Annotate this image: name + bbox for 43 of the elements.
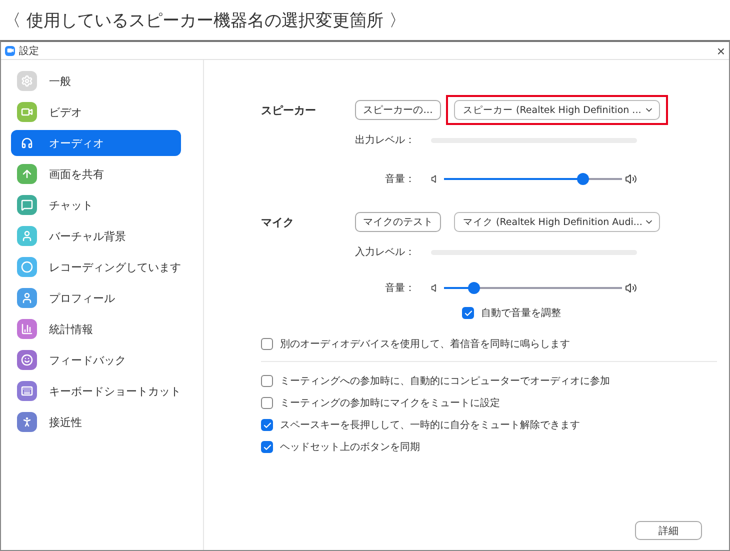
volume-slider-thumb[interactable] <box>576 173 589 185</box>
sidebar-item[interactable]: 画面を共有 <box>11 161 181 187</box>
volume-high-icon <box>625 282 637 294</box>
level-label: 出力レベル： <box>354 134 416 147</box>
checkbox-label: 自動で音量を調整 <box>481 306 561 320</box>
volume-slider-thumb[interactable] <box>468 282 480 294</box>
checkbox-label: ミーティングの参加時にマイクをミュートに設定 <box>280 396 500 410</box>
sidebar-item[interactable]: 一般 <box>11 68 181 94</box>
volume-high-icon <box>625 173 637 185</box>
close-button[interactable]: × <box>716 44 725 58</box>
checkbox[interactable] <box>261 375 273 387</box>
sidebar-item[interactable]: キーボードショートカット <box>11 378 181 404</box>
section-label: スピーカー <box>261 102 317 118</box>
checkbox-label: ミーティングへの参加時に、自動的にコンピューターでオーディオに参加 <box>280 374 610 388</box>
advanced-button[interactable]: 詳細 <box>635 521 702 540</box>
caption: 〈 使用しているスピーカー機器名の選択変更箇所 〉 <box>3 10 407 32</box>
checkbox-label: ヘッドセット上のボタンを同期 <box>280 440 420 454</box>
sidebar-item[interactable]: プロフィール <box>11 285 181 311</box>
level-label: 入力レベル： <box>354 246 416 259</box>
test-button[interactable]: スピーカーの... <box>355 100 441 120</box>
sidebar-item[interactable]: レコーディングしています <box>11 254 181 280</box>
device-dropdown[interactable]: スピーカー (Realtek High Definition ... <box>454 100 660 120</box>
checkbox[interactable] <box>261 397 273 409</box>
volume-label: 音量： <box>384 172 416 186</box>
sidebar-item[interactable]: チャット <box>11 192 181 218</box>
checkbox-label: 別のオーディオデバイスを使用して、着信音を同時に鳴らします <box>280 338 570 351</box>
checkbox-label: スペースキーを長押しして、一時的に自分をミュート解除できます <box>280 418 580 432</box>
sidebar-item[interactable]: 接近性 <box>11 409 181 435</box>
sidebar-item[interactable]: オーディオ <box>11 130 181 156</box>
checkbox[interactable] <box>261 441 273 453</box>
sidebar-item[interactable]: フィードバック <box>11 347 181 373</box>
checkbox[interactable] <box>462 307 474 319</box>
device-dropdown[interactable]: マイク (Realtek High Definition Audi... <box>454 212 660 232</box>
app-icon <box>5 46 15 56</box>
sidebar-item[interactable]: バーチャル背景 <box>11 223 181 249</box>
checkbox[interactable] <box>261 419 273 431</box>
section-label: マイク <box>261 214 295 230</box>
volume-label: 音量： <box>384 282 416 295</box>
window-title: 設定 <box>19 44 40 58</box>
sidebar-item[interactable]: ビデオ <box>11 99 181 125</box>
checkbox[interactable] <box>261 338 273 350</box>
test-button[interactable]: マイクのテスト <box>355 212 441 232</box>
sidebar-item[interactable]: 統計情報 <box>11 316 181 342</box>
